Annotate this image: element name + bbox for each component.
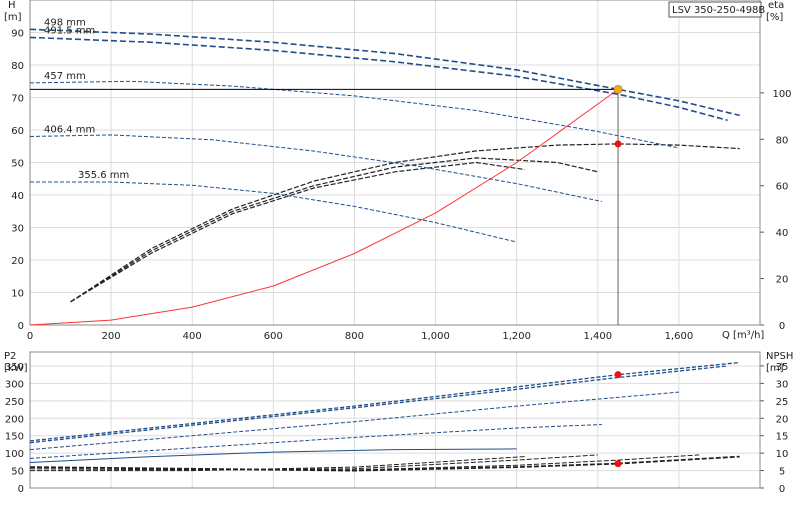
head-curve-label: 406.4 mm [44,125,95,136]
y-left-tick-label: 80 [11,61,24,72]
y-left-tick-label: 250 [5,397,24,408]
right-axis-name-bottom: NPSH [766,351,793,362]
y-left-tick-label: 0 [18,321,24,332]
left-axis-name-bottom: P2 [4,351,16,362]
x-tick-label: 400 [183,331,202,342]
operating-point-efficiency [614,140,622,148]
pump-curve-figure: 0 200 400 600 800 1,000 1,200 1,400 1,600 0 10 20 30… [0,0,800,520]
y-right-tick-label: 80 [776,135,789,146]
x-tick-label: 0 [27,331,33,342]
left-axis-unit-top: [m] [4,12,22,23]
y-left-tick-label: 300 [5,379,24,390]
head-curve-label: 355.6 mm [78,170,129,181]
operating-point-head [613,84,623,94]
y-left-tick-label: 40 [11,191,24,202]
y-left-tick-label: 70 [11,94,24,105]
y-right-tick-label: 100 [772,89,791,100]
y-left-tick-label: 90 [11,29,24,40]
y-left-tick-label: 30 [11,224,24,235]
y-left-tick-label: 20 [11,256,24,267]
y-right-tick-label: 30 [776,379,789,390]
y-right-tick-label: 25 [776,397,789,408]
y-right-tick-label: 15 [776,432,789,443]
right-axis-name-top: eta [768,0,784,11]
y-left-tick-label: 200 [5,414,24,425]
y-right-tick-label: 10 [776,449,789,460]
y-left-tick-label: 0 [18,484,24,495]
y-left-tick-label: 100 [5,449,24,460]
left-axis-name-top: H [8,0,16,11]
right-axis-unit-bottom: [m] [766,363,784,374]
y-left-tick-label: 10 [11,289,24,300]
model-title: LSV 350-250-498B [672,5,765,16]
operating-point-power [614,371,622,379]
chart-svg: 0 200 400 600 800 1,000 1,200 1,400 1,6000102030… [0,0,800,520]
x-tick-label: 200 [102,331,121,342]
x-tick-label: 600 [264,331,283,342]
x-tick-label: 800 [345,331,364,342]
x-tick-label: 1,600 [665,331,694,342]
y-left-tick-label: 50 [11,159,24,170]
y-right-tick-label: 20 [776,275,789,286]
x-tick-label: 1,200 [502,331,531,342]
x-tick-label: 1,400 [583,331,612,342]
right-axis-unit-top: [%] [766,12,783,23]
y-left-tick-label: 60 [11,126,24,137]
y-right-tick-label: 40 [776,228,789,239]
y-right-tick-label: 5 [779,467,785,478]
head-curve-label: 457 mm [44,71,86,82]
y-left-tick-label: 150 [5,432,24,443]
y-right-tick-label: 20 [776,414,789,425]
y-right-tick-label: 0 [779,321,785,332]
x-tick-label: 1,000 [421,331,450,342]
x-axis-label: Q [m³/h] [722,330,764,341]
head-curve-label: 491.5 mm [44,25,95,36]
operating-point-npsh [614,460,622,468]
left-axis-unit-bottom: [kW] [4,363,28,374]
y-right-tick-label: 0 [779,484,785,495]
y-left-tick-label: 50 [11,467,24,478]
y-right-tick-label: 60 [776,182,789,193]
